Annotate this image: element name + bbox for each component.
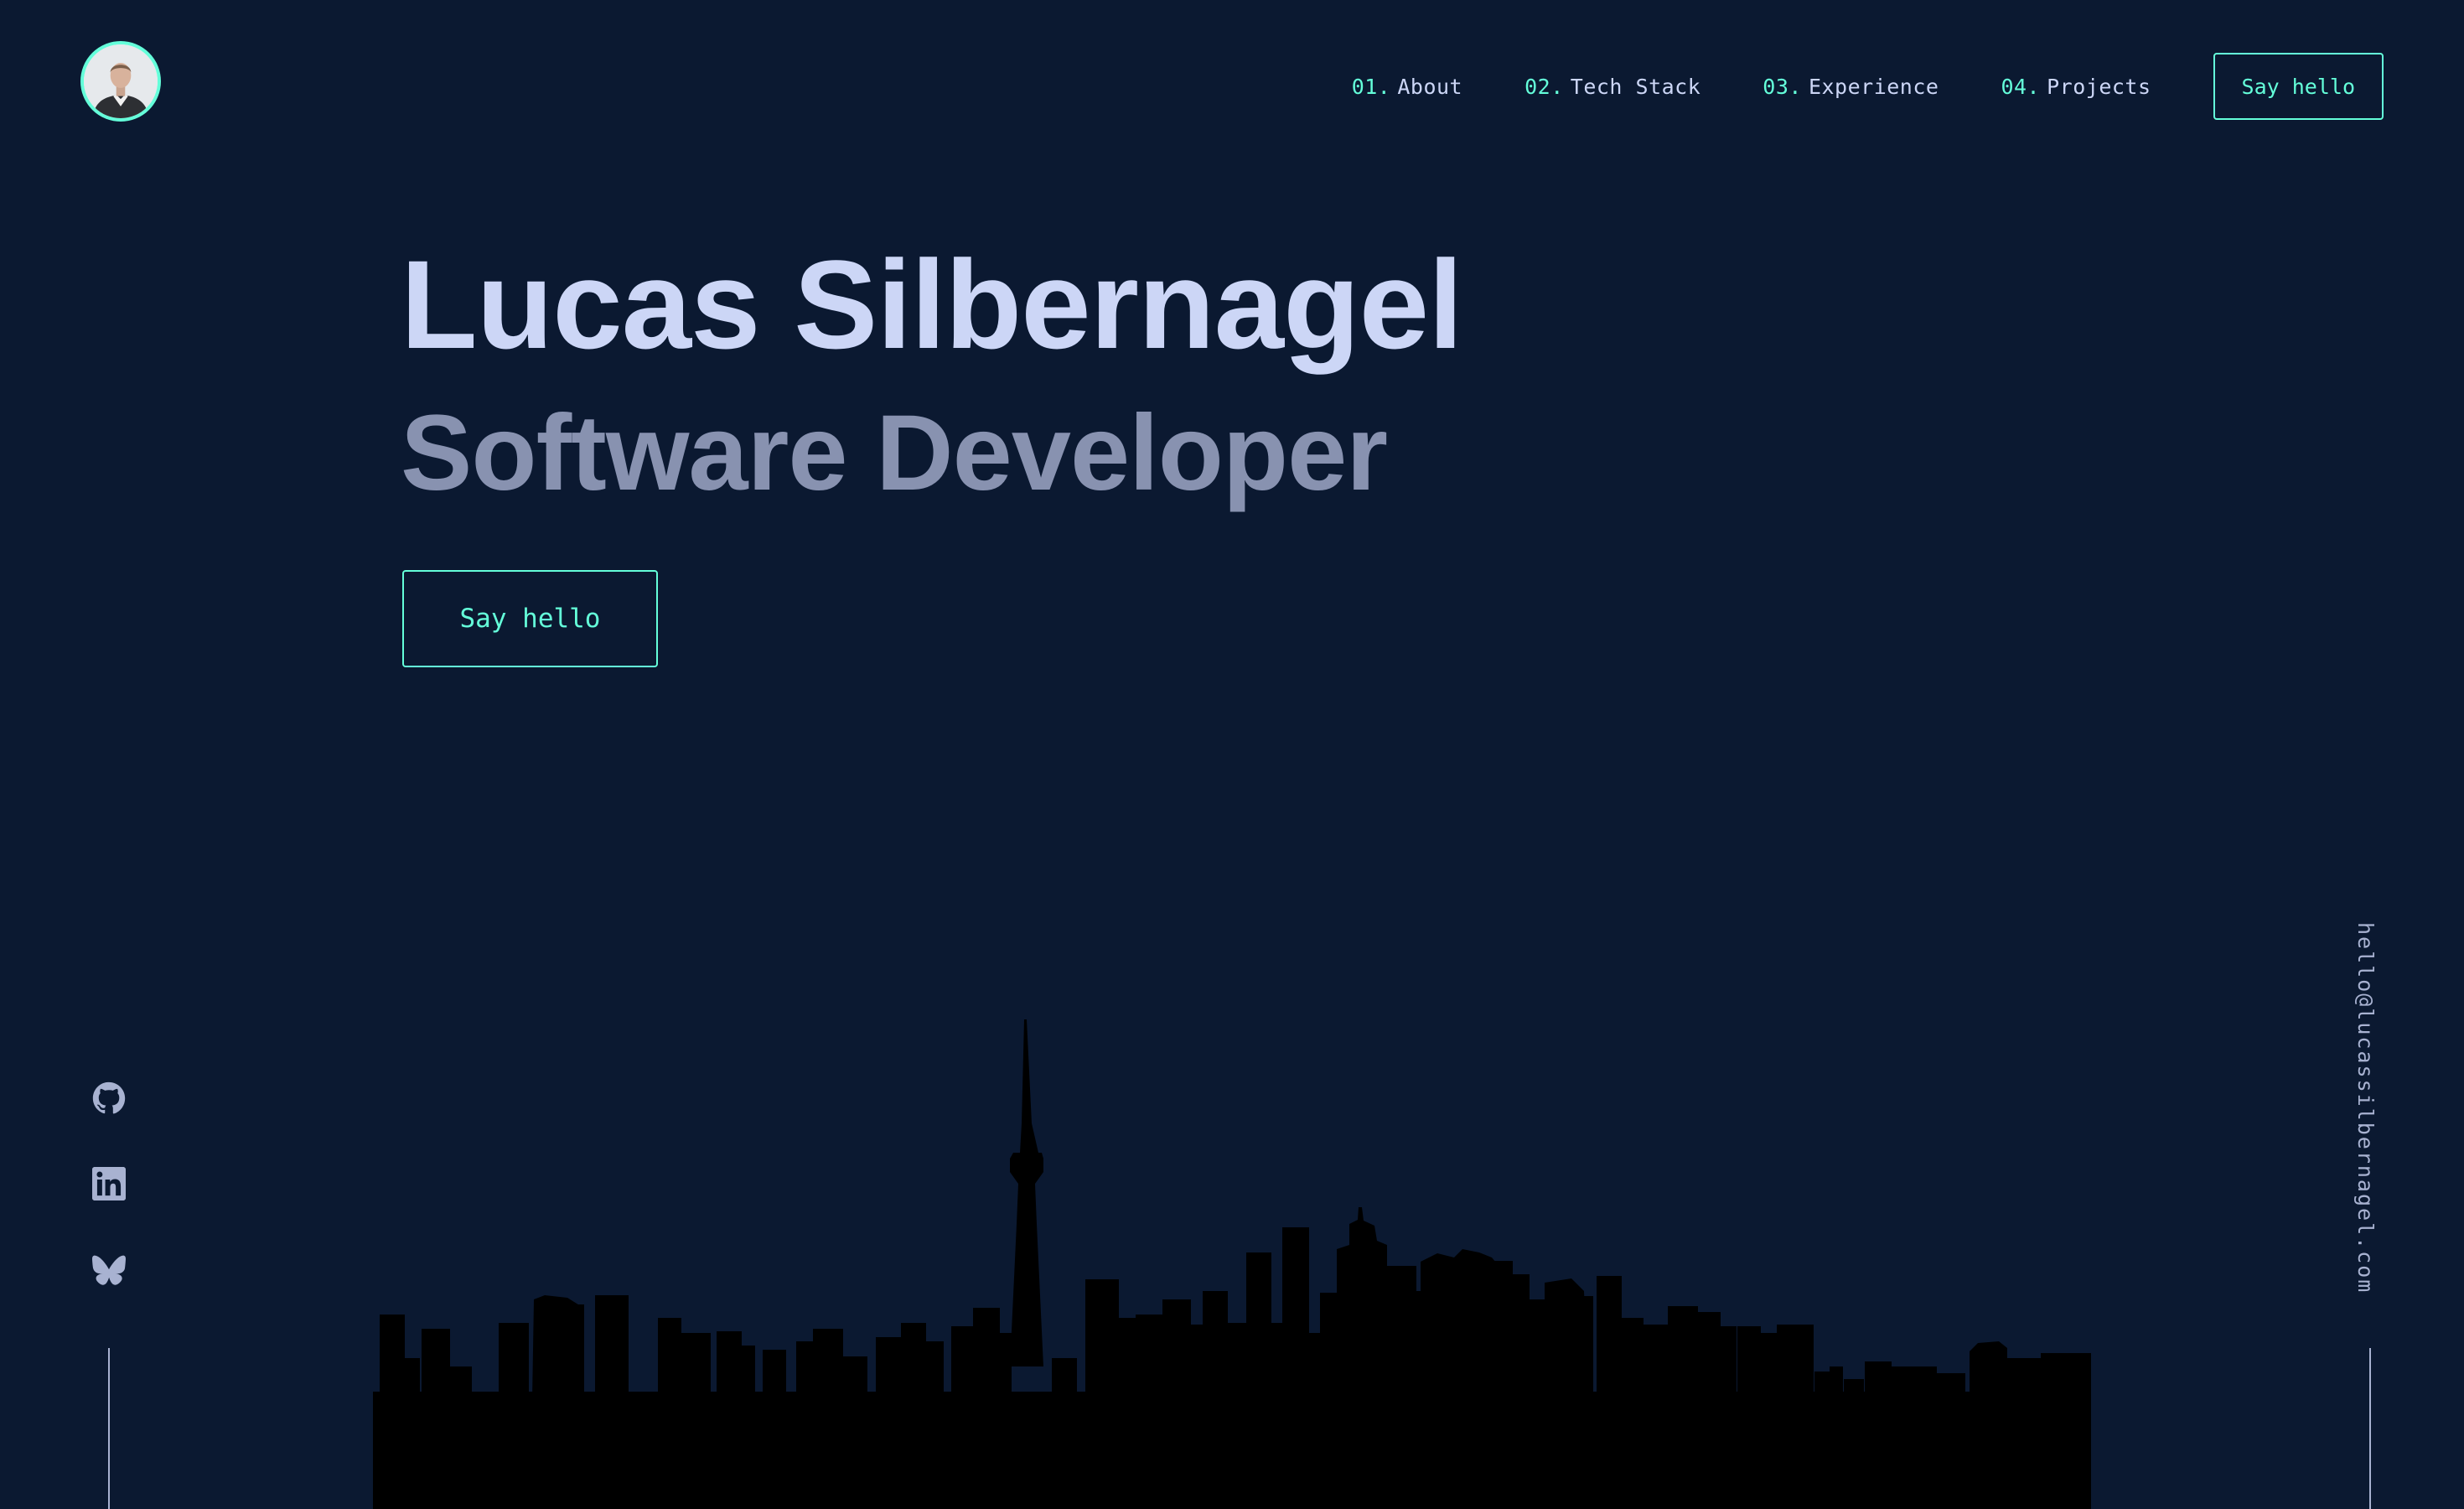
email-link[interactable]: hello@lucassilbernagel.com <box>2353 922 2378 1294</box>
nav-item-projects[interactable]: 04. Projects <box>2001 75 2151 99</box>
nav-label: Tech Stack <box>1570 74 1701 99</box>
nav-item-tech-stack[interactable]: 02. Tech Stack <box>1524 75 1700 99</box>
linkedin-icon[interactable] <box>92 1167 126 1200</box>
avatar-photo <box>84 44 158 118</box>
nav-label: Projects <box>2047 74 2151 99</box>
page: 01. About 02. Tech Stack 03. Experience 04.… <box>0 0 2464 1509</box>
nav-number: 02. <box>1524 74 1564 99</box>
left-vertical-line <box>108 1348 110 1509</box>
hero-name: Lucas Silbernagel <box>401 234 1463 375</box>
nav-item-about[interactable]: 01. About <box>1352 75 1462 99</box>
nav-item-experience[interactable]: 03. Experience <box>1763 75 1939 99</box>
github-icon[interactable] <box>92 1081 126 1115</box>
city-skyline-illustration <box>373 1006 2091 1509</box>
nav-number: 01. <box>1351 74 1391 99</box>
nav-label: Experience <box>1808 74 1939 99</box>
hero-say-hello-button[interactable]: Say hello <box>402 570 658 667</box>
hero-role: Software Developer <box>401 393 1388 513</box>
avatar[interactable] <box>80 41 161 122</box>
email-container: hello@lucassilbernagel.com <box>2353 922 2387 1308</box>
header-say-hello-button[interactable]: Say hello <box>2213 53 2384 120</box>
butterfly-icon[interactable] <box>92 1252 126 1286</box>
nav-number: 04. <box>2001 74 2041 99</box>
right-vertical-line <box>2369 1348 2371 1509</box>
nav-number: 03. <box>1763 74 1802 99</box>
social-links <box>91 1081 127 1338</box>
nav-label: About <box>1397 74 1463 99</box>
main-nav: 01. About 02. Tech Stack 03. Experience 04.… <box>1352 53 2384 120</box>
